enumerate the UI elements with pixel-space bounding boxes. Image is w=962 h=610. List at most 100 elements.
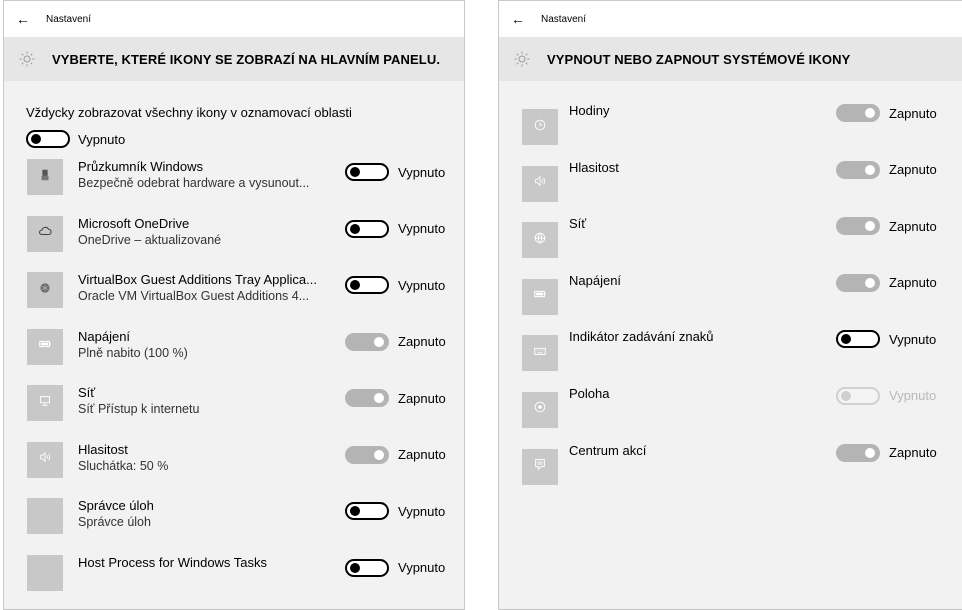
app-icon-tile — [27, 385, 63, 421]
app-name: Průzkumník Windows — [78, 159, 203, 174]
toggle-switch[interactable] — [836, 443, 880, 462]
toggle-switch[interactable] — [345, 558, 389, 577]
settings-window-left: ← Nastavení VYBERTE, KTERÉ IKONY SE ZOBR… — [3, 0, 465, 610]
app-icon-tile — [522, 222, 558, 259]
app-name: Microsoft OneDrive — [78, 215, 190, 231]
app-icon-tile — [27, 328, 63, 365]
app-description: OneDrive – aktualizované — [78, 232, 222, 247]
toggle-state-label: Zapnuto — [398, 447, 446, 462]
page-title: VYBERTE, KTERÉ IKONY SE ZOBRAZÍ NA HLAVN… — [52, 51, 441, 67]
system-icon-name: Napájení — [569, 272, 622, 288]
notification-icon-row-sit: Síť Síť Přístup k internetu Zapnuto — [4, 385, 464, 442]
network-icon — [38, 394, 52, 413]
toggle-switch[interactable] — [345, 389, 389, 407]
app-icon-tile — [522, 391, 558, 428]
toggle-switch[interactable] — [345, 219, 389, 238]
app-icon-placeholder — [27, 498, 63, 534]
toggle-switch[interactable] — [836, 160, 880, 179]
volume-icon — [533, 174, 547, 193]
toggle-knob — [841, 390, 851, 401]
battery-icon — [38, 337, 52, 356]
app-icon-placeholder — [27, 554, 63, 591]
always-show-all-icons-toggle[interactable] — [26, 130, 70, 148]
toggle-knob — [374, 336, 384, 347]
action-center-icon — [533, 457, 547, 476]
app-icon-tile — [522, 165, 558, 202]
toggle-knob — [350, 223, 360, 234]
page-header: VYPNOUT NEBO ZAPNOUT SYSTÉMOVÉ IKONY — [499, 37, 962, 81]
app-icon-tile — [27, 272, 63, 308]
toggle-state-label: Zapnuto — [889, 445, 937, 461]
system-icon-row-napajeni: Napájení Zapnuto — [499, 273, 962, 330]
toggle-knob — [865, 447, 875, 458]
system-icon-row-poloha: Poloha Vypnuto — [499, 386, 962, 443]
system-icon-row-centrum-akci: Centrum akcí Zapnuto — [499, 443, 962, 500]
toggle-switch[interactable] — [836, 217, 880, 236]
toggle-state-label: Zapnuto — [398, 390, 446, 406]
app-description: Správce úloh — [78, 515, 151, 529]
app-icon-tile — [27, 441, 63, 478]
page-title: VYPNOUT NEBO ZAPNOUT SYSTÉMOVÉ IKONY — [547, 51, 851, 67]
toggle-state-label: Zapnuto — [889, 162, 937, 178]
toggle-switch[interactable] — [345, 502, 389, 520]
system-icon-name: Poloha — [569, 385, 610, 401]
app-name: Host Process for Windows Tasks — [78, 554, 268, 570]
app-description: Oracle VM VirtualBox Guest Additions 4..… — [78, 289, 310, 303]
toggle-state-label: Vypnuto — [889, 388, 937, 404]
toggle-switch[interactable] — [345, 332, 389, 351]
app-name: Napájení — [78, 328, 131, 344]
app-description: Síť Přístup k internetu — [78, 402, 200, 416]
title-bar: ← Nastavení — [4, 1, 464, 37]
app-name: Hlasitost — [78, 441, 128, 457]
toggle-knob — [374, 449, 384, 460]
battery-icon — [533, 287, 547, 306]
settings-window-right: ← Nastavení VYPNOUT NEBO ZAPNOUT SYSTÉMO… — [498, 0, 962, 610]
toggle-knob — [350, 167, 360, 177]
system-icon-name: Síť — [569, 216, 587, 232]
app-icon-tile — [522, 335, 558, 372]
app-icon-tile — [522, 109, 558, 145]
toggle-knob — [865, 108, 875, 118]
virtualbox-icon — [38, 281, 52, 300]
usb-icon — [38, 168, 52, 187]
window-title: Nastavení — [46, 13, 92, 25]
toggle-knob — [865, 164, 875, 175]
notification-icon-row-virtualbox-guest-additions-tra: VirtualBox Guest Additions Tray Applica.… — [4, 272, 464, 329]
toggle-state-label: Zapnuto — [889, 105, 937, 121]
notification-icon-row-microsoft-onedrive: Microsoft OneDrive OneDrive – aktualizova… — [4, 215, 464, 273]
toggle-knob — [350, 562, 360, 573]
notification-icon-row-napajeni: Napájení Plně nabito (100 %) Zapnuto — [4, 328, 464, 386]
toggle-state-label: Vypnuto — [398, 277, 446, 293]
system-icon-row-hlasitost: Hlasitost Zapnuto — [499, 160, 962, 217]
toggle-switch[interactable] — [345, 445, 389, 464]
toggle-state-label: Zapnuto — [889, 275, 937, 291]
toggle-state-label: Vypnuto — [398, 164, 446, 180]
app-icon-tile — [522, 448, 558, 485]
back-arrow-icon[interactable]: ← — [511, 11, 541, 27]
toggle-knob — [350, 506, 360, 516]
toggle-state-label: Vypnuto — [398, 221, 446, 236]
keyboard-icon — [533, 344, 547, 363]
toggle-switch[interactable] — [836, 330, 880, 349]
toggle-state-label: Zapnuto — [398, 334, 446, 349]
notification-icon-row-pruzkumnik-windows: Průzkumník Windows Bezpečně odebrat hardw… — [4, 159, 464, 216]
app-icon-tile — [522, 278, 558, 315]
app-name: VirtualBox Guest Additions Tray Applica.… — [78, 272, 317, 287]
app-name: Síť — [78, 385, 96, 400]
toggle-state-label: Vypnuto — [889, 331, 937, 347]
app-description: Sluchátka: 50 % — [78, 458, 169, 473]
notification-icon-row-host-process-for-windows-tasks: Host Process for Windows Tasks Vypnuto — [4, 554, 464, 610]
globe-icon — [533, 231, 547, 250]
toggle-switch[interactable] — [345, 163, 389, 181]
toggle-knob — [841, 334, 851, 345]
toggle-knob — [350, 280, 360, 290]
system-icon-name: Hodiny — [569, 103, 610, 118]
toggle-switch[interactable] — [345, 276, 389, 294]
back-arrow-icon[interactable]: ← — [16, 11, 46, 27]
app-icon-tile — [27, 215, 63, 252]
toggle-switch[interactable] — [836, 273, 880, 292]
gear-icon — [513, 48, 547, 70]
app-name: Správce úloh — [78, 498, 154, 513]
toggle-switch[interactable] — [836, 104, 880, 122]
toggle-knob — [865, 221, 875, 232]
